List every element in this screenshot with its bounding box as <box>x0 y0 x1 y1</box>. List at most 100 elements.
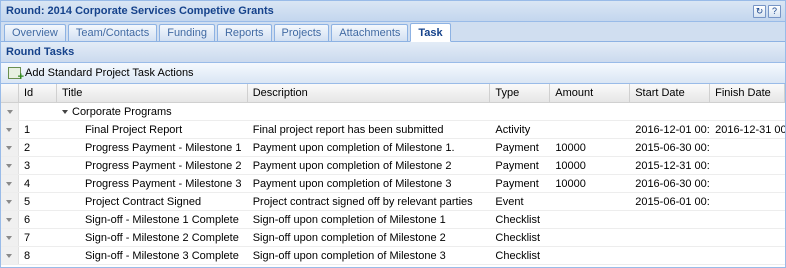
cell-type: Event <box>495 195 524 208</box>
chevron-down-icon <box>6 235 13 240</box>
row-menu[interactable] <box>1 121 19 138</box>
cell-type: Checklist <box>495 231 541 244</box>
cell-start-date: 2015-12-31 00:0... <box>635 159 710 172</box>
cell-id: 2 <box>23 141 31 154</box>
row-menu[interactable] <box>1 229 19 246</box>
cell-id: 8 <box>23 249 31 262</box>
section-header: Round Tasks <box>1 42 785 63</box>
cell-type: Payment <box>495 141 539 154</box>
cell-id: 5 <box>23 195 31 208</box>
cell-finish-date: 2016-12-31 00:0... <box>715 123 785 136</box>
cell-id: 4 <box>23 177 31 190</box>
column-header-type[interactable]: Type <box>490 84 551 102</box>
cell-id: 1 <box>23 123 31 136</box>
row-menu[interactable] <box>1 247 19 264</box>
table-row[interactable]: 4 Progress Payment - Milestone 3 Payment… <box>1 175 785 193</box>
cell-finish-date <box>710 157 785 174</box>
cell-id: 3 <box>23 159 31 172</box>
column-header-title[interactable]: Title <box>57 84 248 102</box>
column-header-id[interactable]: Id <box>19 84 57 102</box>
tab-strip: Overview Team/Contacts Funding Reports P… <box>1 22 785 42</box>
chevron-down-icon <box>6 109 13 114</box>
row-menu[interactable] <box>1 175 19 192</box>
row-menu[interactable] <box>1 157 19 174</box>
cell-title: Final Project Report <box>84 123 183 136</box>
table-row[interactable]: 6 Sign-off - Milestone 1 Complete Sign-o… <box>1 211 785 229</box>
cell-id: 6 <box>23 213 31 226</box>
cell-amount: 10000 <box>555 159 586 172</box>
window-titlebar: Round: 2014 Corporate Services Competive… <box>1 1 785 22</box>
cell-type: Payment <box>495 177 539 190</box>
cell-start-date: 2016-12-01 00:0... <box>635 123 710 136</box>
chevron-down-icon <box>6 181 13 186</box>
group-cell[interactable]: Corporate Programs <box>57 103 248 120</box>
table-row[interactable]: 8 Sign-off - Milestone 3 Complete Sign-o… <box>1 247 785 265</box>
cell-description: Final project report has been submitted <box>252 123 444 136</box>
cell-type: Payment <box>495 159 539 172</box>
cell-title: Sign-off - Milestone 3 Complete <box>84 249 239 262</box>
cell-description: Sign-off upon completion of Milestone 2 <box>252 231 446 244</box>
cell-finish-date <box>710 211 785 228</box>
tab-overview[interactable]: Overview <box>4 24 66 41</box>
cell-finish-date <box>710 139 785 156</box>
cell-description: Payment upon completion of Milestone 2 <box>252 159 452 172</box>
tab-attachments[interactable]: Attachments <box>331 24 409 41</box>
column-header-start-date[interactable]: Start Date <box>630 84 711 102</box>
column-header-finish-date[interactable]: Finish Date <box>710 84 786 102</box>
chevron-down-icon <box>6 163 13 168</box>
cell-amount: 10000 <box>555 141 586 154</box>
chevron-down-icon <box>6 253 13 258</box>
cell-title: Progress Payment - Milestone 1 <box>84 141 242 154</box>
tab-task[interactable]: Task <box>410 23 451 42</box>
table-row[interactable]: 2 Progress Payment - Milestone 1 Payment… <box>1 139 785 157</box>
table-row[interactable]: 3 Progress Payment - Milestone 2 Payment… <box>1 157 785 175</box>
table-row[interactable]: 7 Sign-off - Milestone 2 Complete Sign-o… <box>1 229 785 247</box>
cell-title: Sign-off - Milestone 2 Complete <box>84 231 239 244</box>
chevron-down-icon <box>6 127 13 132</box>
cell-amount <box>550 247 630 264</box>
cell-start-date: 2016-06-30 00:0... <box>635 177 710 190</box>
cell-start-date: 2015-06-01 00:0... <box>635 195 710 208</box>
cell-amount: 10000 <box>555 177 586 190</box>
cell-amount <box>550 193 630 210</box>
cell-description: Project contract signed off by relevant … <box>252 195 473 208</box>
row-menu[interactable] <box>1 211 19 228</box>
refresh-icon[interactable]: ↻ <box>753 4 766 18</box>
cell-type: Checklist <box>495 249 541 262</box>
tab-funding[interactable]: Funding <box>159 24 215 41</box>
group-label: Corporate Programs <box>72 105 172 118</box>
cell-title: Progress Payment - Milestone 3 <box>84 177 242 190</box>
table-row[interactable]: 1 Final Project Report Final project rep… <box>1 121 785 139</box>
grid-header: Id Title Description Type Amount Start D… <box>1 84 786 103</box>
column-header-description[interactable]: Description <box>248 84 491 102</box>
group-row[interactable]: Corporate Programs <box>1 103 785 121</box>
cell-title: Sign-off - Milestone 1 Complete <box>84 213 239 226</box>
cell-description: Sign-off upon completion of Milestone 1 <box>252 213 446 226</box>
column-header-amount[interactable]: Amount <box>550 84 631 102</box>
row-menu[interactable] <box>1 139 19 156</box>
row-menu[interactable] <box>1 193 19 210</box>
cell-start-date <box>630 247 710 264</box>
tab-reports[interactable]: Reports <box>216 24 272 41</box>
tab-projects[interactable]: Projects <box>273 24 330 41</box>
cell-finish-date <box>710 247 785 264</box>
cell-description: Payment upon completion of Milestone 1. <box>252 141 455 154</box>
cell-finish-date <box>710 193 785 210</box>
add-icon <box>8 67 24 83</box>
cell-amount <box>550 121 630 138</box>
add-standard-task-actions-button[interactable]: Add Standard Project Task Actions <box>5 64 197 83</box>
grid-toolbar: Add Standard Project Task Actions <box>1 63 785 84</box>
tab-team-contacts[interactable]: Team/Contacts <box>67 24 158 41</box>
cell-title: Progress Payment - Milestone 2 <box>84 159 242 172</box>
collapse-icon[interactable] <box>62 109 68 114</box>
round-window: Round: 2014 Corporate Services Competive… <box>0 0 786 268</box>
table-row[interactable]: 5 Project Contract Signed Project contra… <box>1 193 785 211</box>
chevron-down-icon <box>6 217 13 222</box>
cell-type: Checklist <box>495 213 541 226</box>
help-icon[interactable]: ? <box>768 4 781 18</box>
row-menu[interactable] <box>1 103 19 120</box>
window-title: Round: 2014 Corporate Services Competive… <box>6 5 274 17</box>
cell-amount <box>550 211 630 228</box>
window-tools: ↻ ? <box>753 4 781 18</box>
add-button-label: Add Standard Project Task Actions <box>25 67 194 79</box>
